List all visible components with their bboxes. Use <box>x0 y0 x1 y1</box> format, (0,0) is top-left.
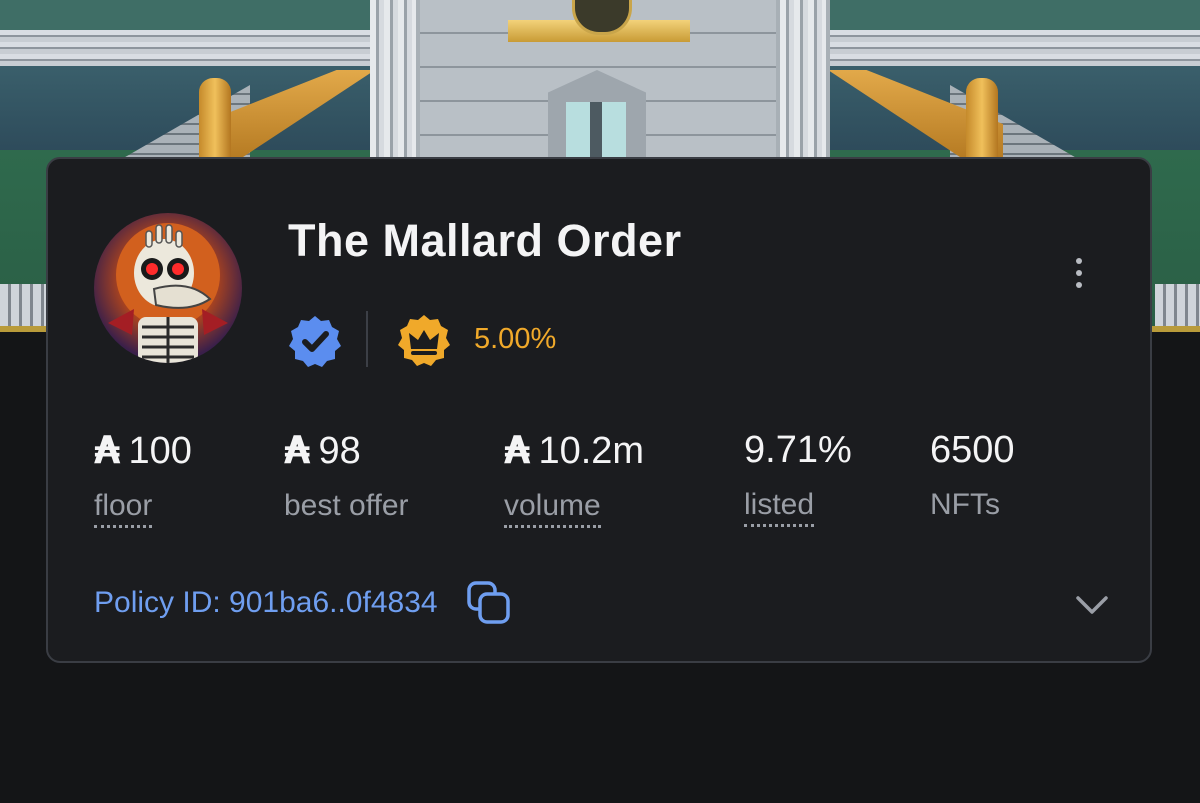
stat-volume-value: 10.2m <box>538 430 645 472</box>
stat-nfts-value: 6500 <box>930 429 1015 471</box>
collection-title: The Mallard Order <box>288 215 682 266</box>
stat-nfts-label: NFTs <box>930 488 1000 521</box>
collection-avatar[interactable] <box>94 213 242 363</box>
ada-icon: ₳ <box>504 428 531 472</box>
ada-icon: ₳ <box>284 428 311 472</box>
more-vertical-icon <box>1076 258 1082 264</box>
chevron-down-icon[interactable] <box>1072 587 1112 623</box>
stat-volume-label[interactable]: volume <box>504 488 601 528</box>
stat-floor-label[interactable]: floor <box>94 488 153 528</box>
stat-nfts: 6500 NFTs <box>930 427 1015 523</box>
ada-icon: ₳ <box>94 428 121 472</box>
stat-floor: ₳ 100 floor <box>94 427 192 528</box>
stat-best-offer-label: best offer <box>284 489 409 522</box>
policy-id-row: Policy ID: 901ba6..0f4834 <box>94 581 594 625</box>
collection-badges: 5.00% <box>288 309 708 369</box>
stat-best-offer: ₳ 98 best offer <box>284 427 409 524</box>
collection-card: The Mallard Order 5.00% ₳ 100 floor ₳ 98 b… <box>46 157 1152 663</box>
policy-id-text[interactable]: Policy ID: 901ba6..0f4834 <box>94 586 438 620</box>
stat-listed-label[interactable]: listed <box>744 487 815 527</box>
royalty-percentage: 5.00% <box>474 323 557 355</box>
verified-badge-icon <box>289 316 341 367</box>
badge-divider <box>366 311 368 367</box>
stat-listed: 9.71% listed <box>744 427 852 527</box>
stat-floor-value: 100 <box>128 430 192 472</box>
copy-icon[interactable] <box>466 580 512 626</box>
collection-stats: ₳ 100 floor ₳ 98 best offer ₳ 10.2m volume … <box>48 427 1148 537</box>
stat-volume: ₳ 10.2m volume <box>504 427 644 528</box>
crown-icon <box>398 315 450 366</box>
stat-best-offer-value: 98 <box>318 430 361 472</box>
stat-listed-value: 9.71% <box>744 429 852 471</box>
more-options-button[interactable] <box>1064 253 1094 293</box>
